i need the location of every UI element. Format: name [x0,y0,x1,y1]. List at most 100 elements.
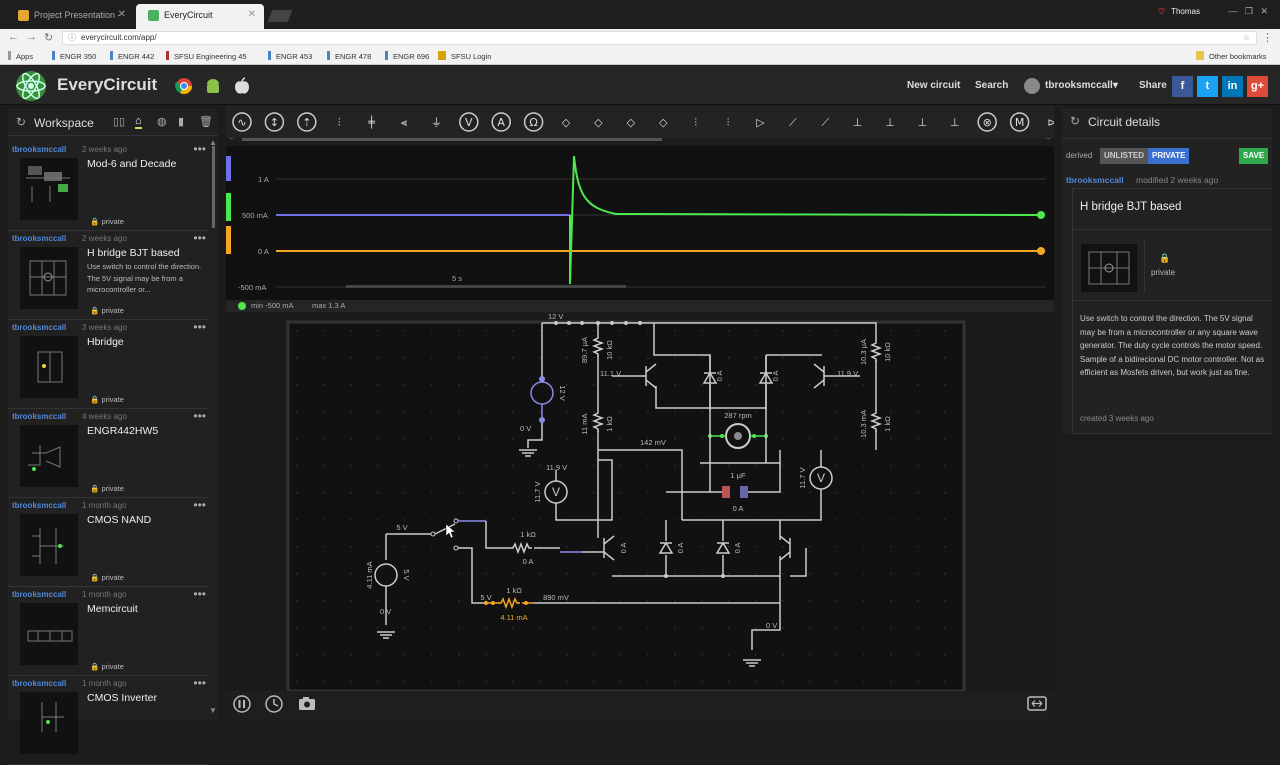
circuit-owner[interactable]: tbrooksmccall [12,323,66,332]
bookmark-apps[interactable]: Apps [8,51,33,61]
private-toggle[interactable]: PRIVATE [1148,148,1190,164]
resistor-icon[interactable]: ⫶ [338,116,341,129]
url-input[interactable]: ⓘ everycircuit.com/app/ ☆ [62,31,1257,45]
list-item[interactable]: tbrooksmccall 4 weeks ago ••• ENGR442HW5 🔒 p… [8,409,208,498]
close-tab-icon[interactable]: ✕ [118,4,126,26]
circuit-canvas[interactable]: 12 V 12 V0 V 89.7 μA 10 kΩ 11 mA 1 kΩ 11.1 V 10… [226,312,1054,693]
circuit-thumbnail[interactable] [20,247,78,309]
window-controls[interactable]: — ❐ ✕ [1228,6,1268,17]
capacitor-1uf[interactable] [722,486,730,498]
search-link[interactable]: Search [975,80,1008,91]
more-options-icon[interactable]: ••• [193,676,206,690]
new-circuit-link[interactable]: New circuit [907,80,960,91]
book-icon[interactable]: ▯▯ [113,115,125,128]
circuit-thumbnail[interactable] [20,603,78,665]
circuit-schematic[interactable]: 12 V12 V0 V89.7 μA 10 kΩ11 mA 1 kΩ11.1 V10… [226,312,1054,693]
probe-marker[interactable] [539,376,545,382]
capacitor-icon[interactable]: ╪ [367,115,375,129]
more-options-icon[interactable]: ••• [193,409,206,423]
opamp-icon[interactable]: ▷ [756,116,765,129]
ammeter-icon[interactable]: A [491,112,511,132]
bookmark-engr442[interactable]: ENGR 442 [110,51,154,61]
switch-icon[interactable]: ⟋ [789,116,797,129]
circuit-title[interactable]: CMOS Inverter [87,692,157,704]
bookmark-engr453[interactable]: ENGR 453 [268,51,312,61]
trash-icon[interactable]: 🗑 [199,115,213,128]
bookmark-star-icon[interactable]: ☆ [1243,32,1250,44]
inductor-icon[interactable]: ⫷ [401,116,407,129]
everycircuit-logo-icon[interactable] [12,69,50,103]
linkedin-icon[interactable]: in [1222,76,1243,97]
globe-icon[interactable]: ◍ [157,115,167,128]
more-options-icon[interactable]: ••• [193,142,206,156]
pnp-transistor-icon[interactable]: ⊥ [885,116,895,129]
nmos-icon[interactable]: ⊥ [918,116,928,129]
back-icon[interactable]: ← [8,31,19,43]
npn-transistor-icon[interactable]: ⊥ [853,116,863,129]
circuit-title[interactable]: ENGR442HW5 [87,425,158,437]
more-options-icon[interactable]: ••• [193,320,206,334]
close-tab-icon[interactable]: ✕ [248,4,256,26]
scroll-up-icon[interactable]: ▲ [209,138,217,147]
workspace-scrollbar[interactable] [212,146,215,228]
list-item[interactable]: tbrooksmccall 1 month ago ••• CMOS Inverter [8,676,208,765]
buffer-icon[interactable]: ⊳ [1047,116,1056,129]
twitter-icon[interactable]: t [1197,76,1218,97]
toolbar-scrollbar[interactable] [242,138,662,141]
voltage-source-icon[interactable]: ⇡ [297,112,317,132]
browser-tab-presentation[interactable]: Project Presentation - G ✕ [6,4,134,42]
clock-icon[interactable] [265,695,283,713]
pmos-icon[interactable]: ⊥ [950,116,960,129]
circuit-owner[interactable]: tbrooksmccall [12,501,66,510]
list-item[interactable]: tbrooksmccall 1 month ago ••• CMOS NAND 🔒 pr… [8,498,208,587]
apple-icon[interactable] [233,77,251,95]
bookmark-engr350[interactable]: ENGR 350 [52,51,96,61]
sync-icon[interactable]: ↻ [16,115,26,129]
toolbar-left-arrow[interactable]: ← [228,133,236,142]
more-options-icon[interactable]: ••• [193,231,206,245]
spst-switch-icon[interactable]: ⟋ [821,116,829,129]
circuit-title[interactable]: Memcircuit [87,603,138,615]
bookmark-icon[interactable]: ▮ [178,115,184,128]
circuit-thumbnail[interactable] [20,336,78,398]
list-item[interactable]: tbrooksmccall 1 month ago ••• Memcircuit 🔒 p… [8,587,208,676]
bookmark-sfsu-eng[interactable]: SFSU Engineering 45 [166,51,247,61]
circuit-thumbnail[interactable] [20,692,78,754]
avatar[interactable] [1024,78,1040,94]
details-owner[interactable]: tbrooksmccall [1066,175,1124,185]
new-tab-button[interactable] [267,10,293,22]
voltage-source-12v[interactable] [530,381,554,405]
user-menu[interactable]: tbrooksmccall▾ [1045,80,1118,91]
voltage-source-5v[interactable] [374,563,398,587]
photodiode-icon[interactable]: ◇ [659,116,668,129]
circuit-title[interactable]: Mod-6 and Decade [87,158,176,170]
motor-icon[interactable]: M [1009,112,1030,132]
circuit-thumbnail[interactable] [20,425,78,487]
circuit-title[interactable]: H bridge BJT based [87,247,180,259]
circuit-owner[interactable]: tbrooksmccall [12,679,66,688]
ohmmeter-icon[interactable]: Ω [523,112,544,132]
browser-tab-everycircuit[interactable]: EveryCircuit ✕ [136,4,264,29]
save-button[interactable]: SAVE [1239,148,1269,164]
browser-user[interactable]: ♡ Thomas [1158,7,1200,16]
circuit-title[interactable]: CMOS NAND [87,514,151,526]
chrome-icon[interactable] [175,77,193,95]
oscilloscope-graph[interactable]: 1 A 500 mA 0 A -500 mA 5 s [226,146,1054,300]
circuit-title[interactable]: Hbridge [87,336,124,348]
circuit-owner[interactable]: tbrooksmccall [12,590,66,599]
zener-icon[interactable]: ◇ [627,116,636,129]
scroll-down-icon[interactable]: ▼ [209,706,217,715]
pause-button[interactable] [233,695,251,713]
googleplus-icon[interactable]: g+ [1247,76,1268,97]
toolbar-right-arrow[interactable]: → [1044,133,1052,142]
transformer-icon[interactable]: ⫶ [694,116,697,129]
probe-marker[interactable] [539,417,545,423]
reload-icon[interactable]: ↻ [44,31,53,44]
unlisted-toggle[interactable]: UNLISTED [1100,148,1148,164]
home-icon[interactable]: ⌂ [135,115,142,129]
more-options-icon[interactable]: ••• [193,498,206,512]
more-options-icon[interactable]: ••• [193,587,206,601]
sync-icon[interactable]: ↻ [1070,114,1080,128]
camera-icon[interactable] [299,697,315,710]
bookmark-sfsu-login[interactable]: SFSU Login [438,51,491,61]
